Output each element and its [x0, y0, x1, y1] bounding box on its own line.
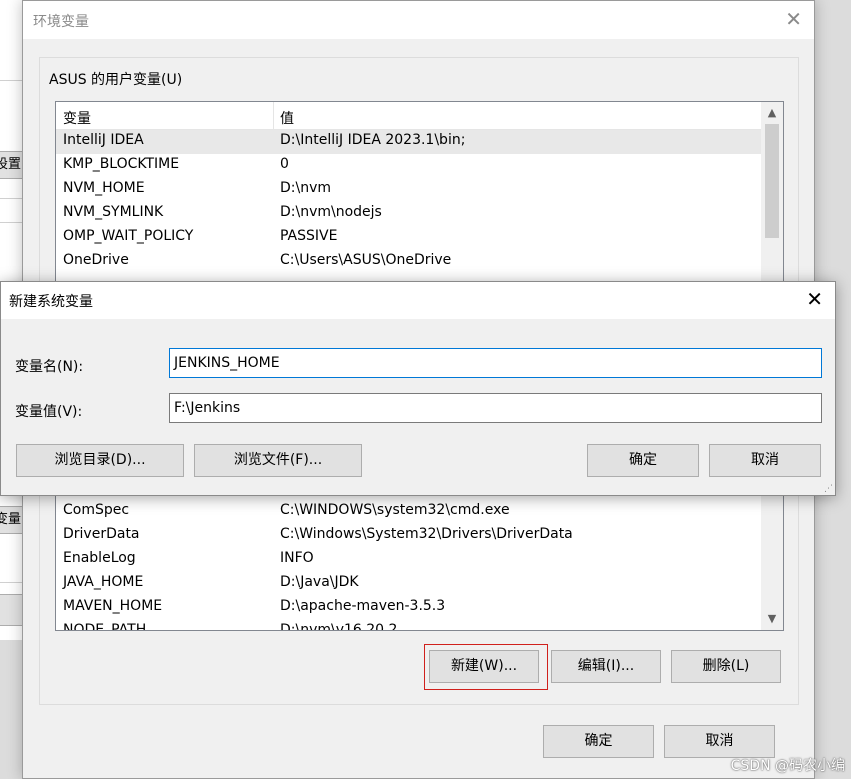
variable-value: C:\Users\ASUS\OneDrive: [280, 252, 452, 268]
edit-button[interactable]: 编辑(I)...: [551, 650, 661, 683]
variable-value: INFO: [280, 550, 314, 566]
title-bar: 环境变量 ✕: [23, 1, 814, 39]
variable-name-label: 变量名(N):: [15, 359, 84, 375]
title-bar: 新建系统变量 ✕: [1, 282, 835, 319]
variable-value: D:\Java\JDK: [280, 574, 359, 590]
list-item[interactable]: EnableLog INFO: [56, 548, 761, 572]
list-header: 变量 值: [56, 102, 761, 130]
delete-button[interactable]: 删除(L): [671, 650, 781, 683]
variable-value: D:\nvm: [280, 180, 332, 196]
variable-value: D:\IntelliJ IDEA 2023.1\bin;: [280, 132, 466, 148]
list-item[interactable]: ComSpec C:\WINDOWS\system32\cmd.exe: [56, 500, 761, 524]
new-system-variable-dialog: 新建系统变量 ✕ 变量名(N): JENKINS_HOME 变量值(V): F:…: [0, 281, 836, 496]
variable-name: EnableLog: [63, 550, 136, 566]
column-header-name[interactable]: 变量: [63, 108, 91, 128]
cancel-button[interactable]: 取消: [664, 725, 775, 758]
list-item[interactable]: DriverData C:\Windows\System32\Drivers\D…: [56, 524, 761, 548]
background-button[interactable]: [0, 594, 24, 626]
scroll-down-icon[interactable]: ▼: [761, 610, 783, 628]
variable-value-label: 变量值(V):: [15, 404, 83, 420]
variable-value: 0: [280, 156, 289, 172]
list-item[interactable]: MAVEN_HOME D:\apache-maven-3.5.3: [56, 596, 761, 620]
variable-name: OneDrive: [63, 252, 129, 268]
browse-file-button[interactable]: 浏览文件(F)...: [194, 444, 362, 477]
list-item[interactable]: NVM_SYMLINK D:\nvm\nodejs: [56, 202, 761, 226]
ok-button[interactable]: 确定: [543, 725, 654, 758]
dialog-title: 环境变量: [33, 14, 89, 30]
list-item[interactable]: OneDrive C:\Users\ASUS\OneDrive: [56, 250, 761, 274]
resize-grip-icon[interactable]: ⋰: [824, 485, 833, 494]
close-icon[interactable]: ✕: [806, 288, 823, 310]
variable-name: NVM_HOME: [63, 180, 145, 196]
variable-value: D:\nvm\nodejs: [280, 204, 382, 220]
variable-value: C:\Windows\System32\Drivers\DriverData: [280, 526, 573, 542]
variable-name: NVM_SYMLINK: [63, 204, 164, 220]
column-header-value[interactable]: 值: [280, 108, 294, 128]
variable-name: MAVEN_HOME: [63, 598, 163, 614]
watermark: CSDN @码农小编: [730, 758, 845, 774]
highlight-box: [424, 644, 548, 690]
variable-value: PASSIVE: [280, 228, 338, 244]
variable-name: DriverData: [63, 526, 140, 542]
variable-value-field[interactable]: F:\Jenkins: [169, 393, 822, 423]
ok-button[interactable]: 确定: [587, 444, 699, 477]
variable-name: OMP_WAIT_POLICY: [63, 228, 194, 244]
variable-value: C:\WINDOWS\system32\cmd.exe: [280, 502, 510, 518]
variable-name: KMP_BLOCKTIME: [63, 156, 180, 172]
variable-name: JAVA_HOME: [63, 574, 144, 590]
background-settings-button[interactable]: 设置: [0, 151, 24, 179]
variable-name: ComSpec: [63, 502, 130, 518]
cancel-button[interactable]: 取消: [709, 444, 821, 477]
variable-name: IntelliJ IDEA: [63, 132, 144, 148]
variable-name-field[interactable]: JENKINS_HOME: [169, 348, 822, 378]
browse-directory-button[interactable]: 浏览目录(D)...: [16, 444, 184, 477]
user-variables-label: ASUS 的用户变量(U): [47, 69, 185, 89]
list-item[interactable]: KMP_BLOCKTIME 0: [56, 154, 761, 178]
scroll-thumb[interactable]: [765, 124, 779, 238]
list-item[interactable]: NODE_PATH D:\nvm\v16.20.2: [56, 620, 761, 631]
background-variables-button[interactable]: 变量: [0, 506, 24, 534]
list-item[interactable]: OMP_WAIT_POLICY PASSIVE: [56, 226, 761, 250]
close-icon[interactable]: ✕: [785, 8, 802, 30]
list-item[interactable]: JAVA_HOME D:\Java\JDK: [56, 572, 761, 596]
column-separator[interactable]: [273, 102, 274, 130]
scroll-up-icon[interactable]: ▲: [761, 104, 783, 122]
list-item[interactable]: IntelliJ IDEA D:\IntelliJ IDEA 2023.1\bi…: [56, 130, 761, 154]
dialog-title: 新建系统变量: [9, 294, 93, 310]
variable-value: D:\nvm\v16.20.2: [280, 622, 398, 631]
variable-value: D:\apache-maven-3.5.3: [280, 598, 446, 614]
list-item[interactable]: NVM_HOME D:\nvm: [56, 178, 761, 202]
variable-name: NODE_PATH: [63, 622, 147, 631]
